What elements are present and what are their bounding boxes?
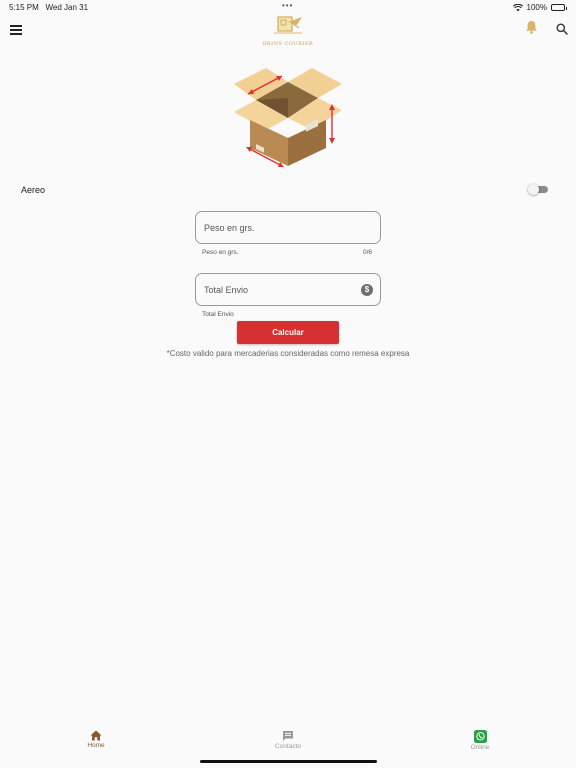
total-helper-text: Total Envio: [202, 311, 234, 318]
nav-item-online[interactable]: Online: [440, 730, 520, 751]
weight-char-counter: 0/6: [363, 249, 373, 256]
status-right: 100%: [512, 3, 567, 12]
aereo-toggle[interactable]: [528, 184, 548, 195]
status-bar: 5:15 PM Wed Jan 31 ••• 100%: [0, 0, 576, 14]
bell-icon[interactable]: [525, 20, 538, 34]
aereo-label: Aereo: [21, 185, 46, 195]
nav-online-label: Online: [470, 744, 490, 751]
courier-logo-icon: [274, 16, 302, 34]
calculate-button[interactable]: Calcular: [237, 321, 339, 344]
total-input[interactable]: [196, 274, 380, 305]
chat-icon: [283, 731, 293, 741]
weight-input[interactable]: [196, 212, 380, 243]
nav-item-home[interactable]: Home: [56, 730, 136, 749]
home-icon: [90, 730, 102, 741]
time-text: 5:15 PM: [9, 3, 39, 12]
weight-field[interactable]: [195, 211, 381, 244]
disclaimer-note: *Costo valido para mercaderias considera…: [166, 349, 410, 358]
app-screen: 5:15 PM Wed Jan 31 ••• 100% BRINS COURIE…: [0, 0, 576, 768]
toggle-thumb: [528, 184, 539, 195]
box-dimensions-illustration: [234, 68, 342, 167]
status-time: 5:15 PM Wed Jan 31: [9, 3, 88, 12]
nav-contacto-label: Contacto: [274, 743, 302, 750]
nav-home-label: Home: [87, 742, 105, 749]
whatsapp-icon: [473, 730, 487, 743]
home-indicator[interactable]: [200, 760, 377, 763]
menu-icon[interactable]: [10, 25, 22, 35]
total-field[interactable]: $: [195, 273, 381, 306]
battery-icon: [551, 4, 567, 11]
brand-logo: BRINS COURIER: [260, 14, 316, 47]
weight-helper-text: Peso en grs.: [202, 249, 239, 256]
search-icon[interactable]: [556, 23, 568, 35]
battery-percent: 100%: [526, 3, 547, 12]
logo-text: BRINS COURIER: [262, 41, 314, 47]
multitasking-dots-icon[interactable]: •••: [282, 1, 293, 10]
date-text: Wed Jan 31: [45, 3, 89, 12]
dollar-icon: $: [361, 284, 373, 296]
nav-item-contacto[interactable]: Contacto: [248, 730, 328, 750]
wifi-icon: [512, 3, 523, 11]
